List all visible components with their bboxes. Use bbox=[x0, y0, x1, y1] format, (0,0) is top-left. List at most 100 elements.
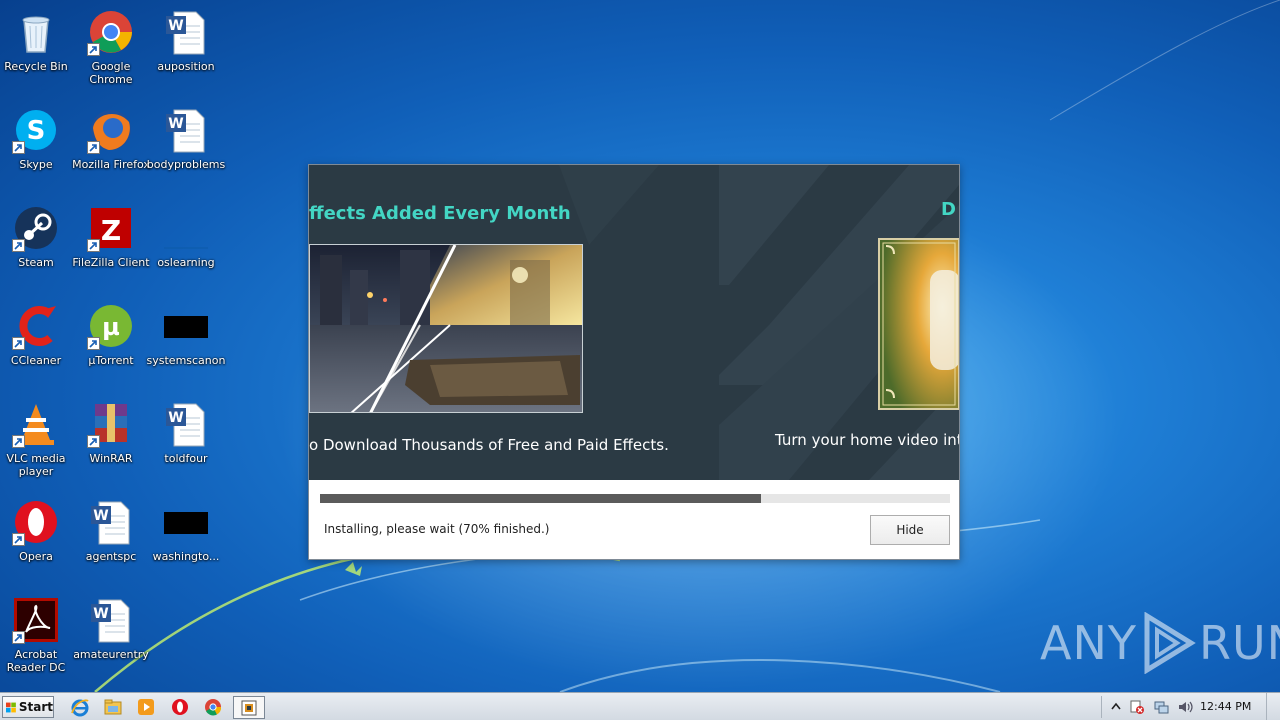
hide-button[interactable]: Hide bbox=[870, 515, 950, 545]
desktop-icon-amateurentry[interactable]: Wamateurentry bbox=[73, 596, 149, 686]
desktop-icon-label: agentspc bbox=[85, 550, 137, 563]
desktop-icon-recycle-bin[interactable]: Recycle Bin bbox=[0, 8, 74, 98]
slide-caption: o Download Thousands of Free and Paid Ef… bbox=[309, 436, 669, 454]
start-label: Start bbox=[18, 700, 53, 714]
promo-banner: ffects Added Every Month o Download Thou… bbox=[309, 165, 959, 480]
chrome-icon bbox=[87, 8, 135, 56]
desktop-icon-label: CCleaner bbox=[10, 354, 62, 367]
vlc-icon bbox=[12, 400, 60, 448]
play-logo-icon bbox=[1144, 612, 1196, 674]
desktop-icon-label: amateurentry bbox=[73, 648, 149, 661]
explorer-folder-icon[interactable] bbox=[103, 697, 123, 717]
desktop-icon-label: auposition bbox=[157, 60, 215, 73]
desktop-icon-google-chrome[interactable]: Google Chrome bbox=[73, 8, 149, 98]
desktop-icon-mozilla-firefox[interactable]: Mozilla Firefox bbox=[72, 106, 150, 196]
desktop-icon-label: bodyproblems bbox=[146, 158, 226, 171]
shortcut-arrow-icon bbox=[87, 43, 100, 56]
ccleaner-icon bbox=[12, 302, 60, 350]
shortcut-arrow-icon bbox=[87, 435, 100, 448]
opera-taskbar-icon[interactable] bbox=[170, 697, 190, 717]
desktop-icon-label: WinRAR bbox=[89, 452, 133, 465]
desktop-icon-label: Mozilla Firefox bbox=[72, 158, 150, 171]
desktop-icon-bodyproblems[interactable]: Wbodyproblems bbox=[146, 106, 226, 196]
desktop-icon-washingto[interactable]: washingto... bbox=[148, 498, 224, 588]
desktop-icon-ccleaner[interactable]: CCleaner bbox=[0, 302, 74, 392]
desktop-icon-acrobat-reader-dc[interactable]: Acrobat Reader DC bbox=[0, 596, 74, 686]
desktop-icon-label: systemscanon bbox=[146, 354, 226, 367]
taskbar-clock[interactable]: 12:44 PM bbox=[1200, 700, 1251, 713]
desktop-icon-systemscanon[interactable]: systemscanon bbox=[146, 302, 226, 392]
installer-taskbar-button[interactable] bbox=[233, 696, 265, 719]
desktop-icon-winrar[interactable]: WinRAR bbox=[73, 400, 149, 490]
media-player-icon[interactable] bbox=[136, 697, 156, 717]
desktop-icon--torrent[interactable]: µ µTorrent bbox=[73, 302, 149, 392]
desktop-icon-label: Recycle Bin bbox=[4, 60, 68, 73]
desktop-icon-label: Steam bbox=[18, 256, 54, 269]
shortcut-arrow-icon bbox=[87, 239, 100, 252]
svg-text:S: S bbox=[27, 116, 46, 146]
volume-icon[interactable] bbox=[1177, 699, 1193, 715]
install-progress-bar bbox=[320, 494, 950, 503]
installer-app-icon bbox=[241, 700, 257, 716]
internet-explorer-icon[interactable] bbox=[70, 697, 90, 717]
desktop-icon-opera[interactable]: Opera bbox=[0, 498, 74, 588]
network-icon[interactable] bbox=[1153, 699, 1169, 715]
svg-text:W: W bbox=[93, 508, 108, 524]
steam-icon bbox=[12, 204, 60, 252]
acrobat-icon bbox=[12, 596, 60, 644]
show-desktop-button[interactable] bbox=[1266, 693, 1280, 720]
svg-text:W: W bbox=[168, 18, 183, 34]
action-center-icon[interactable] bbox=[1129, 699, 1145, 715]
desktop-icon-label: Acrobat Reader DC bbox=[6, 648, 66, 674]
svg-text:W: W bbox=[168, 410, 183, 426]
word-document-icon: W bbox=[162, 8, 210, 56]
desktop-icon-agentspc[interactable]: Wagentspc bbox=[73, 498, 149, 588]
desktop-icon-label: FileZilla Client bbox=[72, 256, 150, 269]
word-document-icon: W bbox=[162, 106, 210, 154]
desktop-icon-steam[interactable]: Steam bbox=[0, 204, 74, 294]
windows-logo-icon bbox=[6, 702, 16, 712]
watermark-text-left: ANY bbox=[1040, 616, 1137, 670]
desktop-icon-filezilla-client[interactable]: Z FileZilla Client bbox=[72, 204, 150, 294]
blank-file-icon bbox=[162, 204, 210, 252]
desktop-icon-label: toldfour bbox=[164, 452, 208, 465]
shortcut-arrow-icon bbox=[12, 141, 25, 154]
word-document-icon: W bbox=[87, 498, 135, 546]
desktop-icon-skype[interactable]: S Skype bbox=[0, 106, 74, 196]
installer-window: ffects Added Every Month o Download Thou… bbox=[308, 164, 960, 560]
desktop-icon-label: µTorrent bbox=[88, 354, 134, 367]
watermark-text-right: RUN bbox=[1198, 616, 1280, 670]
shortcut-arrow-icon bbox=[12, 239, 25, 252]
start-button[interactable]: Start bbox=[2, 696, 54, 718]
desktop-icon-auposition[interactable]: Wauposition bbox=[148, 8, 224, 98]
install-progress-fill bbox=[320, 494, 761, 503]
svg-text:µ: µ bbox=[102, 313, 120, 341]
desktop-icon-toldfour[interactable]: Wtoldfour bbox=[148, 400, 224, 490]
desktop-icon-oslearning[interactable]: oslearning bbox=[148, 204, 224, 294]
next-slide-title: D bbox=[941, 199, 956, 220]
word-document-icon: W bbox=[162, 400, 210, 448]
taskbar: Start 12:44 PM bbox=[0, 692, 1280, 720]
desktop-icon-label: Google Chrome bbox=[89, 60, 133, 86]
chrome-taskbar-icon[interactable] bbox=[203, 697, 223, 717]
slide-title: ffects Added Every Month bbox=[309, 203, 571, 224]
promo-image-frame bbox=[878, 238, 959, 410]
utorrent-icon: µ bbox=[87, 302, 135, 350]
shortcut-arrow-icon bbox=[12, 435, 25, 448]
black-file-icon bbox=[162, 498, 210, 546]
shortcut-arrow-icon bbox=[12, 533, 25, 546]
desktop-icon-label: Skype bbox=[19, 158, 53, 171]
winrar-icon bbox=[87, 400, 135, 448]
show-hidden-icons[interactable] bbox=[1108, 699, 1124, 715]
tray-separator bbox=[1101, 696, 1102, 718]
skype-icon: S bbox=[12, 106, 60, 154]
next-slide-caption: Turn your home video int bbox=[775, 431, 959, 449]
promo-image-street bbox=[309, 244, 583, 413]
black-file-icon bbox=[162, 302, 210, 350]
shortcut-arrow-icon bbox=[12, 337, 25, 350]
recycle-bin-icon bbox=[12, 8, 60, 56]
desktop-icon-label: oslearning bbox=[157, 256, 215, 269]
desktop-icon-vlc-media-player[interactable]: VLC media player bbox=[0, 400, 74, 490]
svg-text:W: W bbox=[93, 606, 108, 622]
anyrun-watermark: ANY RUN bbox=[1040, 612, 1280, 674]
